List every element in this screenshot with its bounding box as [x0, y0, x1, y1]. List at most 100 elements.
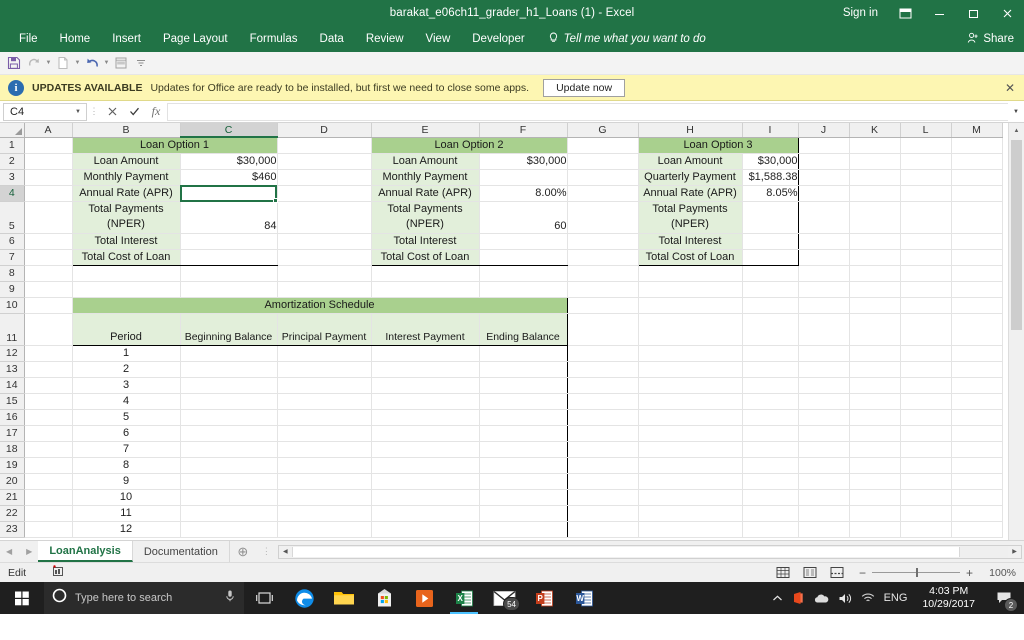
- insert-function-icon[interactable]: fx: [145, 102, 167, 122]
- cell-m15[interactable]: [951, 393, 1003, 410]
- row-header-10[interactable]: 10: [0, 297, 25, 314]
- cell-m23[interactable]: [951, 521, 1003, 538]
- cell-j12[interactable]: [798, 345, 850, 362]
- cell-h17[interactable]: [638, 425, 743, 442]
- zoom-level[interactable]: 100%: [982, 567, 1016, 579]
- cell-k8[interactable]: [849, 265, 901, 282]
- cell-k19[interactable]: [849, 457, 901, 474]
- cell-d15[interactable]: [276, 393, 372, 410]
- cell-e8[interactable]: [371, 265, 480, 282]
- cell-d12[interactable]: [276, 345, 372, 362]
- cell-g10[interactable]: [567, 297, 639, 314]
- formula-input[interactable]: [167, 102, 1008, 121]
- cell-f22[interactable]: [478, 505, 568, 522]
- scroll-right-icon[interactable]: ▶: [1008, 545, 1021, 558]
- cell-a2[interactable]: [24, 153, 73, 170]
- cell-d3[interactable]: [277, 169, 372, 186]
- vertical-scrollbar-thumb[interactable]: [1011, 140, 1022, 330]
- sheet-tab-documentation[interactable]: Documentation: [132, 541, 230, 562]
- cell-m8[interactable]: [951, 265, 1003, 282]
- cell-j21[interactable]: [798, 489, 850, 506]
- cell-a4[interactable]: [24, 185, 73, 202]
- cell-e12[interactable]: [370, 345, 480, 362]
- row-header-9[interactable]: 9: [0, 281, 25, 298]
- cell-c7-value[interactable]: [180, 249, 278, 266]
- add-sheet-icon[interactable]: ⊕: [230, 541, 256, 562]
- cell-h12[interactable]: [638, 345, 743, 362]
- cell-i20[interactable]: [742, 473, 799, 490]
- column-header-e[interactable]: E: [371, 123, 480, 138]
- cell-k2[interactable]: [849, 153, 901, 170]
- cell-e3-label[interactable]: Monthly Payment: [370, 169, 480, 186]
- cell-d13[interactable]: [276, 361, 372, 378]
- cell-f2-value[interactable]: $30,000: [479, 152, 568, 170]
- cell-e20[interactable]: [370, 473, 480, 490]
- cell-b21-period[interactable]: 10: [71, 489, 181, 506]
- row-header-22[interactable]: 22: [0, 505, 25, 522]
- cell-m11[interactable]: [951, 313, 1003, 346]
- column-header-b[interactable]: B: [72, 123, 181, 138]
- cell-f21[interactable]: [478, 489, 568, 506]
- scroll-grip[interactable]: ⋮: [256, 546, 278, 557]
- cell-m12[interactable]: [951, 345, 1003, 362]
- cell-j22[interactable]: [798, 505, 850, 522]
- taskbar-app-edge-icon[interactable]: [284, 582, 324, 614]
- cell-l18[interactable]: [900, 441, 952, 458]
- cell-a21[interactable]: [24, 489, 73, 506]
- cell-i7-value[interactable]: [742, 249, 799, 266]
- cell-i6-value[interactable]: [742, 233, 799, 250]
- cell-g18[interactable]: [567, 441, 639, 458]
- cell-m20[interactable]: [951, 473, 1003, 490]
- cell-g5[interactable]: [567, 201, 639, 234]
- ribbon-tab-home[interactable]: Home: [49, 29, 102, 49]
- row-header-11[interactable]: 11: [0, 313, 25, 346]
- cell-f11-header-ending-balance[interactable]: Ending Balance: [478, 312, 568, 346]
- cell-a12[interactable]: [24, 345, 73, 362]
- select-all-corner[interactable]: [0, 123, 25, 138]
- cell-l19[interactable]: [900, 457, 952, 474]
- cell-g3[interactable]: [567, 169, 639, 186]
- cell-m17[interactable]: [951, 425, 1003, 442]
- cell-h13[interactable]: [638, 361, 743, 378]
- cell-g6[interactable]: [567, 233, 639, 250]
- taskbar-clock[interactable]: 4:03 PM 10/29/2017: [916, 585, 981, 611]
- cell-l6[interactable]: [900, 233, 952, 250]
- cell-a15[interactable]: [24, 393, 73, 410]
- cell-l15[interactable]: [900, 393, 952, 410]
- cell-a22[interactable]: [24, 505, 73, 522]
- cell-b15-period[interactable]: 4: [71, 393, 181, 410]
- cell-i23[interactable]: [742, 521, 799, 538]
- row-header-1[interactable]: 1: [0, 137, 25, 154]
- cell-h23[interactable]: [638, 521, 743, 538]
- column-header-g[interactable]: G: [567, 123, 639, 138]
- show-hidden-icons-icon[interactable]: [772, 594, 783, 603]
- cell-l13[interactable]: [900, 361, 952, 378]
- cell-c16[interactable]: [179, 409, 278, 426]
- page-layout-view-icon[interactable]: [801, 565, 819, 581]
- cell-h1-loan-option-3-title[interactable]: Loan Option 3: [637, 136, 799, 154]
- cell-h15[interactable]: [638, 393, 743, 410]
- cell-j20[interactable]: [798, 473, 850, 490]
- cell-j16[interactable]: [798, 409, 850, 426]
- cell-e19[interactable]: [370, 457, 480, 474]
- cell-g17[interactable]: [567, 425, 639, 442]
- row-header-16[interactable]: 16: [0, 409, 25, 426]
- cell-d17[interactable]: [276, 425, 372, 442]
- cell-i16[interactable]: [742, 409, 799, 426]
- cell-m2[interactable]: [951, 153, 1003, 170]
- cell-h7-label[interactable]: Total Cost of Loan: [637, 249, 743, 266]
- cell-f15[interactable]: [478, 393, 568, 410]
- cell-c13[interactable]: [179, 361, 278, 378]
- cell-m9[interactable]: [951, 281, 1003, 298]
- cell-b11-header-period[interactable]: Period: [71, 312, 181, 346]
- cell-k16[interactable]: [849, 409, 901, 426]
- cell-b19-period[interactable]: 8: [71, 457, 181, 474]
- cell-l9[interactable]: [900, 281, 952, 298]
- next-sheet-icon[interactable]: ▶: [26, 547, 32, 556]
- cell-b6-label[interactable]: Total Interest: [71, 233, 181, 250]
- cell-i22[interactable]: [742, 505, 799, 522]
- cell-k5[interactable]: [849, 201, 901, 234]
- cell-l5[interactable]: [900, 201, 952, 234]
- cell-e18[interactable]: [370, 441, 480, 458]
- cell-j18[interactable]: [798, 441, 850, 458]
